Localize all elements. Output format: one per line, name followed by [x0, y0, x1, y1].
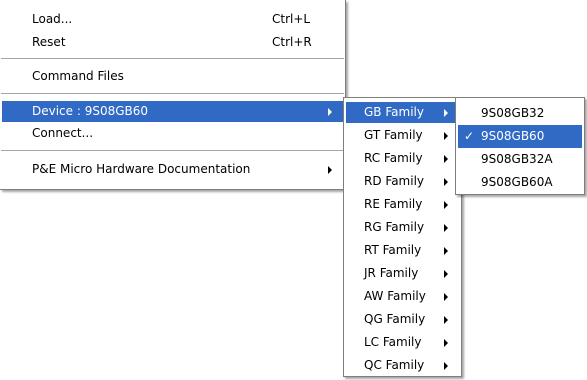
- submenu-arrow-icon: [444, 109, 448, 117]
- menu-item-9s08gb32[interactable]: 9S08GB32: [458, 102, 582, 125]
- menu-item-lc-family[interactable]: LC Family: [346, 331, 459, 354]
- menu-item-label: Device : 9S08GB60: [32, 104, 149, 118]
- submenu-arrow-icon: [444, 178, 448, 186]
- submenu-arrow-icon: [444, 132, 448, 140]
- submenu-arrow-icon: [444, 362, 448, 370]
- menu-item-command-files[interactable]: Command Files: [2, 65, 343, 88]
- menu-item-label: 9S08GB60A: [481, 175, 553, 189]
- menu-item-rd-family[interactable]: RD Family: [346, 170, 459, 193]
- menu-item-label: AW Family: [364, 289, 426, 303]
- menu-item-label: RE Family: [364, 197, 423, 211]
- menu-item-qc-family[interactable]: QC Family: [346, 354, 459, 377]
- device-submenu: 9S08GB32 ✓ 9S08GB60 9S08GB32A 9S08GB60A: [455, 97, 585, 195]
- submenu-arrow-icon: [444, 270, 448, 278]
- menu-item-jr-family[interactable]: JR Family: [346, 262, 459, 285]
- menu-item-gt-family[interactable]: GT Family: [346, 124, 459, 147]
- menu-item-shortcut: Ctrl+R: [272, 35, 312, 49]
- menu-item-label: LC Family: [364, 335, 422, 349]
- family-submenu: GB Family GT Family RC Family RD Family …: [343, 97, 462, 377]
- submenu-arrow-icon: [444, 339, 448, 347]
- menu-item-label: JR Family: [364, 266, 419, 280]
- menu-item-gb-family[interactable]: GB Family: [346, 102, 459, 123]
- submenu-arrow-icon: [444, 316, 448, 324]
- submenu-arrow-icon: [328, 108, 332, 116]
- menu-item-rg-family[interactable]: RG Family: [346, 216, 459, 239]
- submenu-arrow-icon: [444, 224, 448, 232]
- menu-item-label: Reset: [32, 35, 66, 49]
- submenu-arrow-icon: [444, 293, 448, 301]
- menu-item-label: Connect...: [32, 126, 94, 140]
- menu-separator: [1, 150, 344, 152]
- menu-item-device[interactable]: Device : 9S08GB60: [2, 101, 343, 122]
- menu-item-rc-family[interactable]: RC Family: [346, 147, 459, 170]
- menu-item-label: Load...: [32, 12, 73, 26]
- menu-item-rt-family[interactable]: RT Family: [346, 239, 459, 262]
- menu-item-re-family[interactable]: RE Family: [346, 193, 459, 216]
- menu-item-label: GT Family: [364, 128, 423, 142]
- menu-item-pe-micro-docs[interactable]: P&E Micro Hardware Documentation: [2, 158, 343, 181]
- submenu-arrow-icon: [328, 166, 332, 174]
- submenu-arrow-icon: [444, 247, 448, 255]
- menu-item-label: P&E Micro Hardware Documentation: [32, 162, 251, 176]
- menu-item-label: GB Family: [364, 105, 424, 119]
- menu-item-connect[interactable]: Connect...: [2, 122, 343, 145]
- menu-item-qg-family[interactable]: QG Family: [346, 308, 459, 331]
- menu-item-label: RT Family: [364, 243, 422, 257]
- menu-item-9s08gb60[interactable]: ✓ 9S08GB60: [458, 125, 582, 148]
- menu-item-label: Command Files: [32, 69, 124, 83]
- menu-item-reset[interactable]: Reset Ctrl+R: [2, 31, 343, 54]
- submenu-arrow-icon: [444, 201, 448, 209]
- menu-item-label: QC Family: [364, 358, 425, 372]
- menu-separator: [1, 58, 344, 60]
- menu-item-label: 9S08GB32: [481, 106, 545, 120]
- menu-item-label: 9S08GB32A: [481, 152, 553, 166]
- menu-item-label: RG Family: [364, 220, 425, 234]
- menu-item-aw-family[interactable]: AW Family: [346, 285, 459, 308]
- menu-item-9s08gb60a[interactable]: 9S08GB60A: [458, 171, 582, 194]
- menu-item-label: RC Family: [364, 151, 423, 165]
- submenu-arrow-icon: [444, 155, 448, 163]
- menu-item-9s08gb32a[interactable]: 9S08GB32A: [458, 148, 582, 171]
- menu-item-label: RD Family: [364, 174, 425, 188]
- menu-item-shortcut: Ctrl+L: [272, 12, 311, 26]
- menu-item-label: 9S08GB60: [481, 129, 545, 143]
- checkmark-icon: ✓: [464, 129, 475, 143]
- main-context-menu: Load... Ctrl+L Reset Ctrl+R Command File…: [0, 0, 346, 190]
- menu-separator: [1, 93, 344, 95]
- menu-item-load[interactable]: Load... Ctrl+L: [2, 8, 343, 31]
- menu-item-label: QG Family: [364, 312, 426, 326]
